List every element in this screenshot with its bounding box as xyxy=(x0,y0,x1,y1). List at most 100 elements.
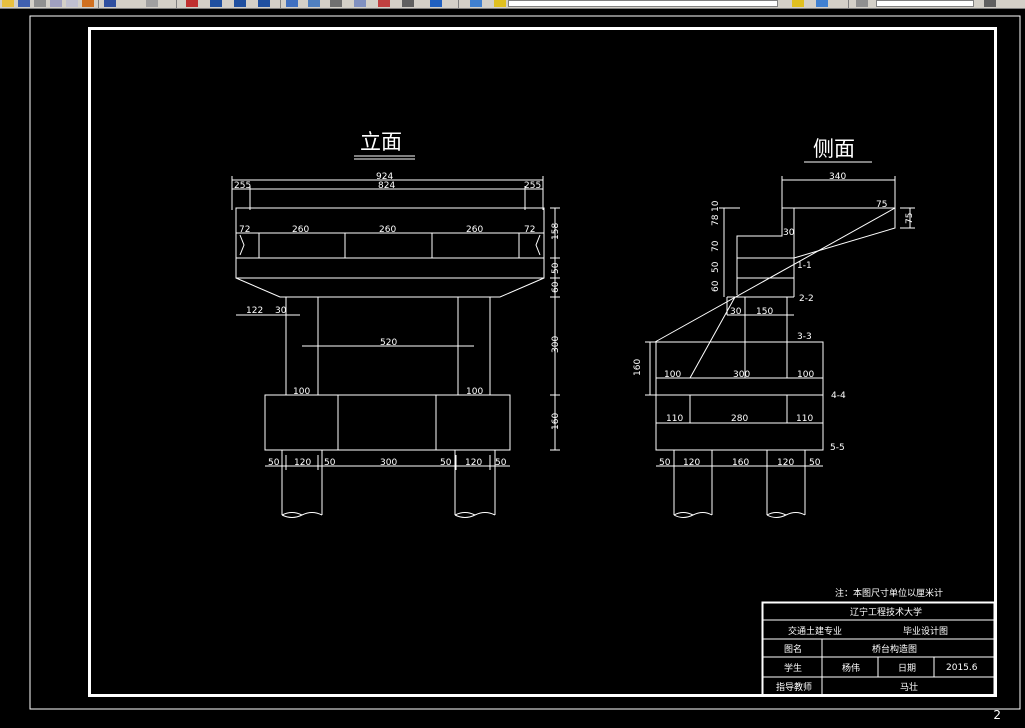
university-name: 辽宁工程技术大学 xyxy=(850,606,922,618)
section-2-2: 2-2 xyxy=(799,294,814,304)
design-type: 毕业设计图 xyxy=(903,625,948,637)
layer-icon[interactable] xyxy=(470,0,482,7)
dim-70: 70 xyxy=(711,240,721,252)
dim-520: 520 xyxy=(380,338,397,348)
redo-icon[interactable] xyxy=(146,0,158,7)
date-value: 2015.6 xyxy=(946,663,978,673)
drawing-canvas[interactable]: 立面 924 824 255 255 72 260 260 260 72 158… xyxy=(0,9,1025,724)
major-name: 交通土建专业 xyxy=(788,625,842,637)
separator xyxy=(280,0,281,8)
side-bottom-120-b: 120 xyxy=(777,458,794,468)
dim-bottom-50-a: 50 xyxy=(268,458,280,468)
toolbar xyxy=(0,0,1025,9)
dim-158: 158 xyxy=(551,223,561,240)
dim-340: 340 xyxy=(829,172,846,182)
dim-255-left: 255 xyxy=(234,181,251,191)
drawing-name-label: 图名 xyxy=(784,643,802,655)
layer-previous-icon[interactable] xyxy=(792,0,804,7)
side-elevation: 侧面 340 75 75 30 78 10 70 50 60 30 150 16… xyxy=(633,137,915,518)
dim-72-left: 72 xyxy=(239,225,250,235)
side-bottom-50-b: 50 xyxy=(809,458,821,468)
dim-bottom-50-d: 50 xyxy=(495,458,507,468)
dim-50: 50 xyxy=(551,262,561,274)
section-3-3: 3-3 xyxy=(797,332,812,342)
dim-255-right: 255 xyxy=(524,181,541,191)
layer-state-icon[interactable] xyxy=(494,0,506,7)
cut-icon[interactable] xyxy=(50,0,62,7)
section-5-5: 5-5 xyxy=(830,443,845,453)
sheetset-icon[interactable] xyxy=(378,0,390,7)
dim-160-side: 160 xyxy=(633,359,643,376)
dim-100-b: 100 xyxy=(797,370,814,380)
unit-note: 注：本图尺寸单位以厘米计 xyxy=(835,587,943,599)
zoom-previous-icon[interactable] xyxy=(258,0,270,7)
zoom-window-icon[interactable] xyxy=(234,0,246,7)
separator xyxy=(98,0,99,8)
pile-cap xyxy=(264,394,511,451)
separator xyxy=(458,0,459,8)
dim-110-b: 110 xyxy=(796,414,813,424)
student-label: 学生 xyxy=(784,662,802,674)
help-icon[interactable] xyxy=(430,0,442,7)
copy-icon[interactable] xyxy=(66,0,78,7)
side-bottom-50-a: 50 xyxy=(659,458,671,468)
markup-icon[interactable] xyxy=(354,0,366,7)
dim-160: 160 xyxy=(551,413,561,430)
section-4-4: 4-4 xyxy=(831,391,846,401)
page-number: 2 xyxy=(993,708,1001,722)
match-properties-icon[interactable] xyxy=(82,0,94,7)
dim-260-a: 260 xyxy=(292,225,309,235)
dim-824: 824 xyxy=(378,181,395,191)
pan-icon[interactable] xyxy=(186,0,198,7)
dim-bottom-120-b: 120 xyxy=(465,458,482,468)
designcenter-icon[interactable] xyxy=(308,0,320,7)
dim-300-v: 300 xyxy=(551,336,561,353)
dim-122: 122 xyxy=(246,306,263,316)
separator xyxy=(176,0,177,8)
linetype-icon[interactable] xyxy=(984,0,996,7)
color-icon[interactable] xyxy=(856,0,868,7)
advisor-name: 马壮 xyxy=(900,681,918,693)
dim-110-a: 110 xyxy=(666,414,683,424)
outer-frame xyxy=(29,15,1021,710)
dim-78: 78 xyxy=(711,214,721,226)
separator xyxy=(848,0,849,8)
print-icon[interactable] xyxy=(34,0,46,7)
undo-icon[interactable] xyxy=(104,0,116,7)
properties-icon[interactable] xyxy=(286,0,298,7)
color-dropdown[interactable] xyxy=(876,0,974,7)
dim-60: 60 xyxy=(711,280,721,292)
dim-100-a: 100 xyxy=(664,370,681,380)
drawing-name: 桥台构造图 xyxy=(872,643,917,655)
dim-60: 60 xyxy=(551,281,561,293)
dim-50: 50 xyxy=(711,261,721,273)
dim-30: 30 xyxy=(783,228,795,238)
open-icon[interactable] xyxy=(2,0,14,7)
dim-75-a: 75 xyxy=(876,200,887,210)
dim-bottom-300: 300 xyxy=(380,458,397,468)
dim-150: 150 xyxy=(756,307,773,317)
side-bottom-160: 160 xyxy=(732,458,749,468)
dim-260-b: 260 xyxy=(379,225,396,235)
layer-manager-icon[interactable] xyxy=(816,0,828,7)
calculator-icon[interactable] xyxy=(402,0,414,7)
date-label: 日期 xyxy=(898,663,916,674)
dim-bottom-50-c: 50 xyxy=(440,458,452,468)
title-block: 辽宁工程技术大学 交通土建专业 毕业设计图 图名 桥台构造图 学生 杨伟 日期 … xyxy=(761,601,996,697)
front-elevation: 立面 924 824 255 255 72 260 260 260 72 158… xyxy=(231,130,561,518)
zoom-realtime-icon[interactable] xyxy=(210,0,222,7)
dim-72-right: 72 xyxy=(524,225,535,235)
cad-drawing: 立面 924 824 255 255 72 260 260 260 72 158… xyxy=(29,15,1021,710)
student-name: 杨伟 xyxy=(842,662,860,674)
dim-30b: 30 xyxy=(730,307,742,317)
dim-bottom-120-a: 120 xyxy=(294,458,311,468)
dim-75-b: 75 xyxy=(905,213,915,224)
layer-dropdown[interactable] xyxy=(508,0,778,7)
dim-bottom-50-b: 50 xyxy=(324,458,336,468)
side-bottom-120-a: 120 xyxy=(683,458,700,468)
advisor-label: 指导教师 xyxy=(776,681,812,693)
dim-280: 280 xyxy=(731,414,748,424)
save-icon[interactable] xyxy=(18,0,30,7)
toolpalette-icon[interactable] xyxy=(330,0,342,7)
dim-260-c: 260 xyxy=(466,225,483,235)
